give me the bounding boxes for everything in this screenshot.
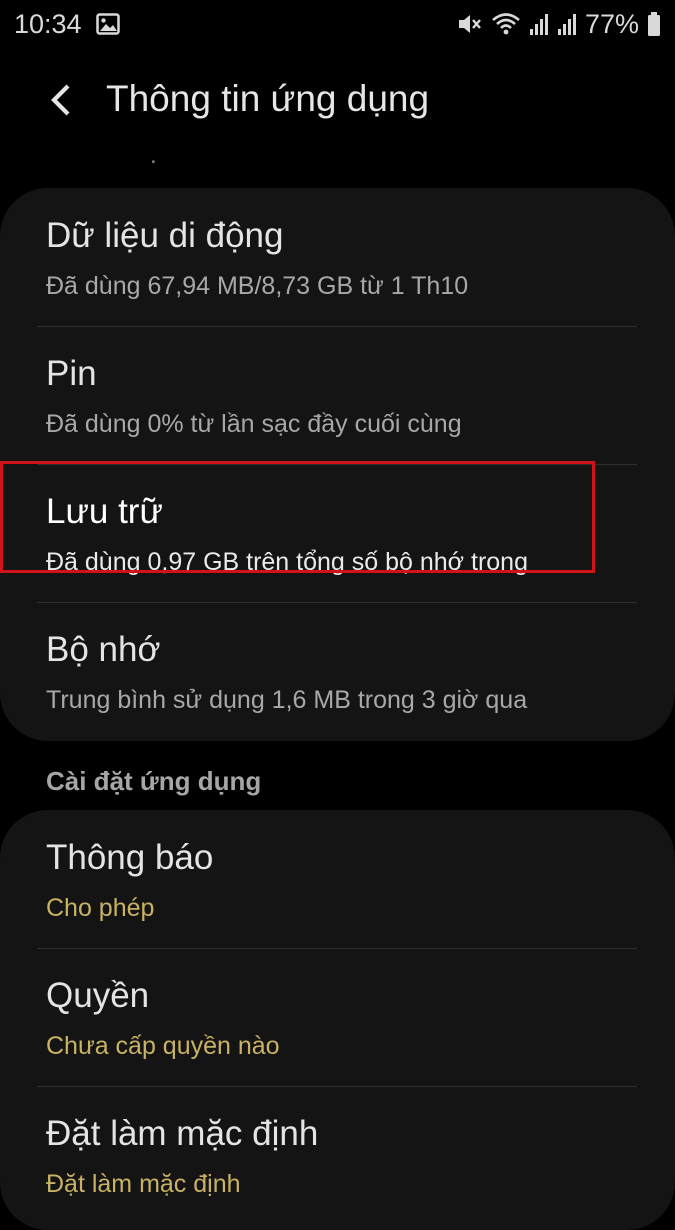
status-time: 10:34	[14, 8, 82, 39]
status-bar: 10:34 77%	[0, 0, 675, 48]
item-title: Pin	[46, 354, 97, 393]
wifi-icon	[491, 11, 521, 37]
list-item-set-as-default[interactable]: Đặt làm mặc định Đặt làm mặc định	[0, 1086, 675, 1224]
list-item-notifications[interactable]: Thông báo Cho phép	[0, 810, 675, 948]
list-item-battery[interactable]: Pin Đã dùng 0% từ lần sạc đầy cuối cùng	[0, 326, 675, 464]
item-subtitle: Đã dùng 0,97 GB trên tổng số bộ nhớ tron…	[46, 548, 528, 576]
signal-icon	[529, 12, 549, 36]
list-item-memory[interactable]: Bộ nhớ Trung bình sử dụng 1,6 MB trong 3…	[0, 602, 675, 740]
list-item-permissions[interactable]: Quyền Chưa cấp quyền nào	[0, 948, 675, 1086]
item-title: Bộ nhớ	[46, 630, 161, 669]
signal-icon	[557, 12, 577, 36]
item-subtitle: Đã dùng 0% từ lần sạc đầy cuối cùng	[46, 410, 462, 438]
usage-card: Dữ liệu di động Đã dùng 67,94 MB/8,73 GB…	[0, 188, 675, 741]
section-header-app-settings: Cài đặt ứng dụng	[46, 766, 262, 796]
item-subtitle: Cho phép	[46, 894, 155, 922]
item-title: Quyền	[46, 976, 150, 1015]
status-right: 77%	[457, 9, 661, 40]
status-left: 10:34	[14, 9, 120, 40]
page-title: Thông tin ứng dụng	[106, 78, 430, 119]
item-subtitle: Chưa cấp quyền nào	[46, 1032, 280, 1060]
list-item-mobile-data[interactable]: Dữ liệu di động Đã dùng 67,94 MB/8,73 GB…	[0, 188, 675, 326]
item-title: Lưu trữ	[46, 492, 163, 531]
item-subtitle: Đặt làm mặc định	[46, 1170, 241, 1198]
back-button[interactable]	[38, 74, 84, 126]
list-item-storage[interactable]: Lưu trữ Đã dùng 0,97 GB trên tổng số bộ …	[0, 464, 675, 602]
battery-percent: 77%	[584, 8, 639, 39]
item-subtitle: Đã dùng 67,94 MB/8,73 GB từ 1 Th10	[46, 272, 469, 300]
app-settings-card: Thông báo Cho phép Quyền Chưa cấp quyền …	[0, 810, 675, 1230]
item-subtitle: Trung bình sử dụng 1,6 MB trong 3 giờ qu…	[46, 686, 528, 714]
chevron-left-icon	[51, 84, 70, 116]
scrolled-text-fragment: .	[150, 158, 220, 176]
item-title: Đặt làm mặc định	[46, 1114, 319, 1153]
gallery-icon	[95, 13, 120, 35]
app-header: Thông tin ứng dụng	[0, 60, 675, 140]
item-title: Thông báo	[46, 838, 214, 877]
item-title: Dữ liệu di động	[46, 216, 284, 255]
mute-icon	[457, 11, 483, 37]
battery-icon	[647, 11, 661, 37]
